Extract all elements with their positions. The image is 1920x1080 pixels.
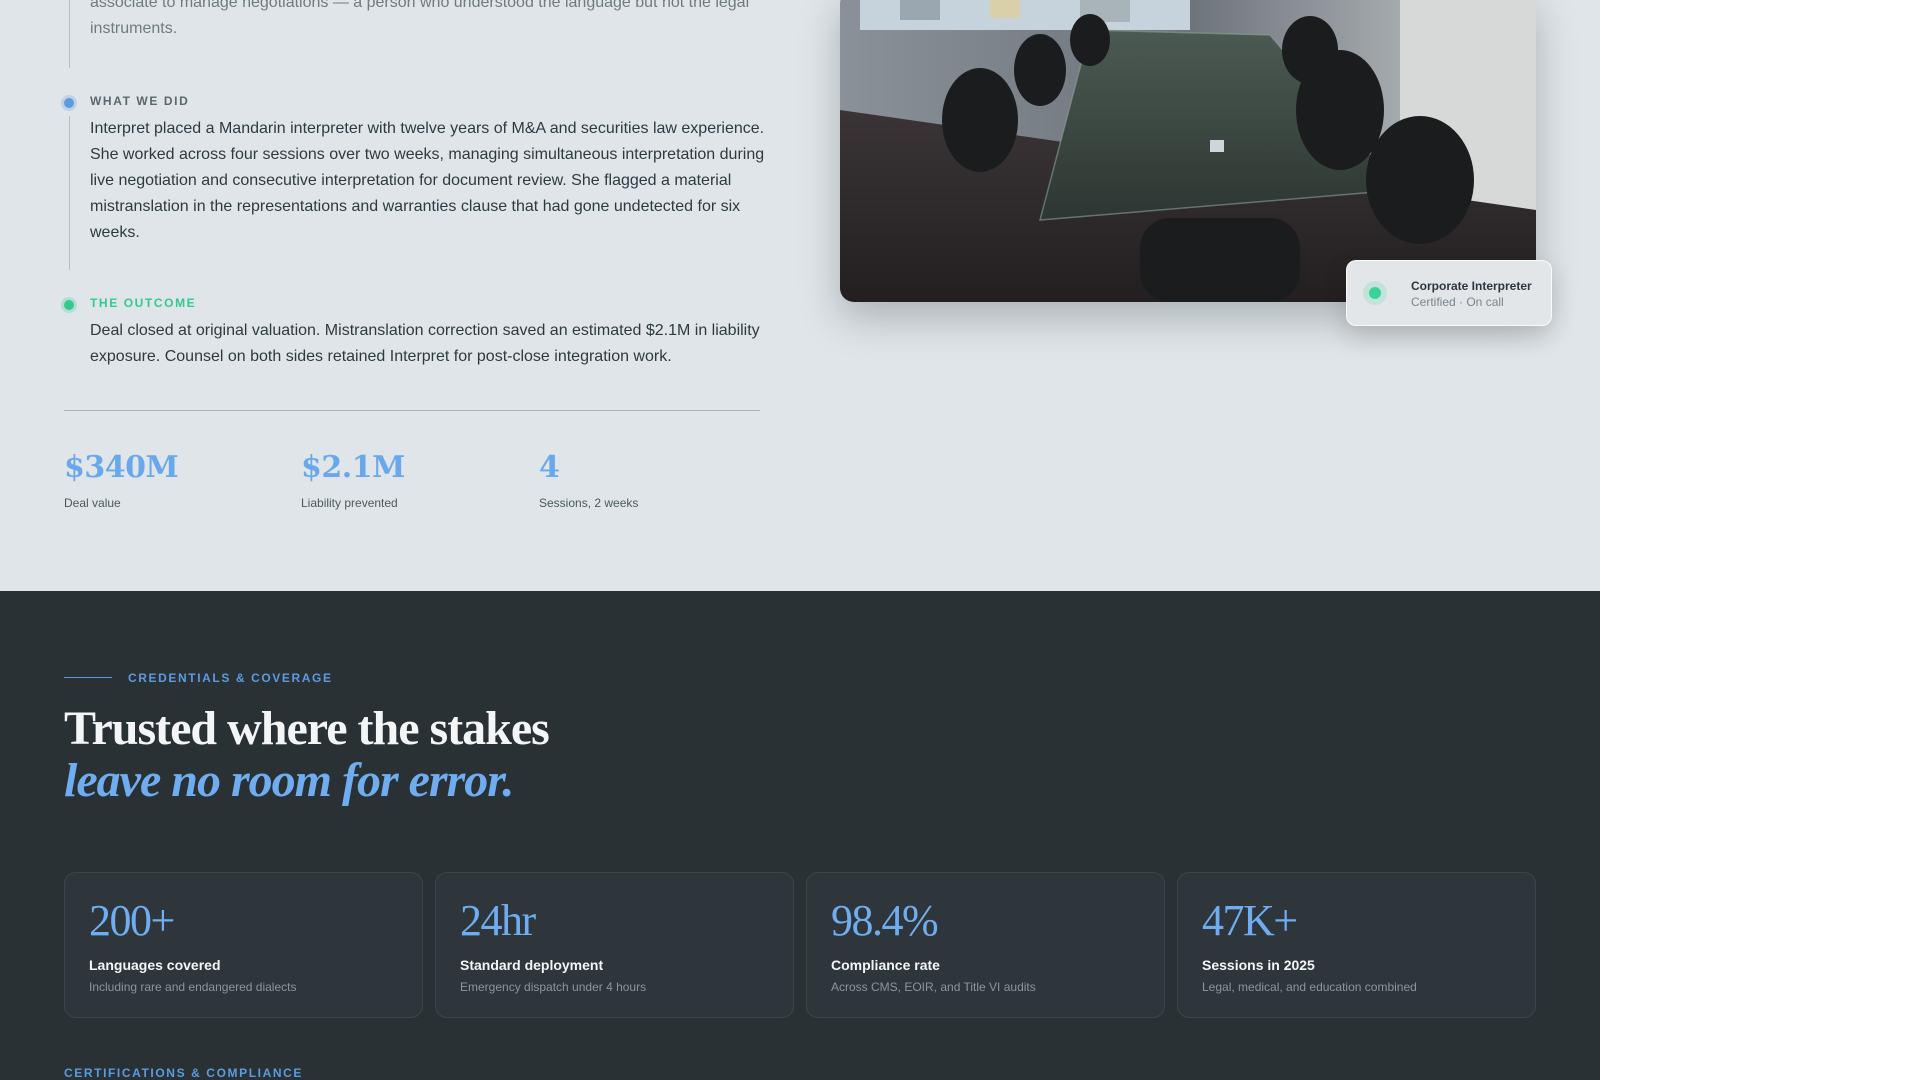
eyebrow-line [64,677,112,678]
outcome-label: THE OUTCOME [90,296,197,310]
badge-title: Corporate Interpreter [1411,279,1532,293]
card-subtitle: Legal, medical, and education combined [1202,980,1417,994]
credentials-section: CREDENTIALS & COVERAGE Trusted where the… [0,591,1600,1080]
section-headline: Trusted where the stakes leave no room f… [64,702,550,807]
status-indicator-icon [1369,287,1381,299]
timeline-line [69,0,70,68]
stats-divider [64,410,760,411]
badge-subtitle: Certified · On call [1411,295,1504,309]
outcome-text: Deal closed at original valuation. Mistr… [90,322,760,365]
conference-room-illustration [840,0,1536,302]
card-subtitle: Emergency dispatch under 4 hours [460,980,647,994]
card-title: Compliance rate [831,957,940,973]
card-value: 24hr [460,896,536,945]
credential-card-sessions: 47K+ Sessions in 2025 Legal, medical, an… [1177,872,1536,1018]
stat-value: $340M [64,450,179,485]
card-subtitle: Including rare and endangered dialects [89,980,297,994]
card-title: Sessions in 2025 [1202,957,1315,973]
stat-caption: Liability prevented [301,496,398,510]
card-value: 200+ [89,896,175,945]
card-title: Standard deployment [460,957,604,973]
stat-caption: Deal value [64,496,121,510]
timeline-dot-outcome [64,300,74,310]
what-we-did-text: Interpret placed a Mandarin interpreter … [90,120,765,241]
credential-card-compliance: 98.4% Compliance rate Across CMS, EOIR, … [806,872,1165,1018]
stat-value: $2.1M [301,450,405,485]
credential-card-deployment: 24hr Standard deployment Emergency dispa… [435,872,794,1018]
what-we-did-label: WHAT WE DID [90,94,190,108]
section-eyebrow: CREDENTIALS & COVERAGE [128,671,333,685]
card-value: 98.4% [831,896,939,945]
stat-deal-value: $340M Deal value [64,448,179,510]
conference-room-photo [840,0,1536,302]
stat-liability-prevented: $2.1M Liability prevented [301,448,405,510]
page: associate to manage negotiations — a per… [0,0,1600,1080]
timeline-dot-what-we-did [64,98,74,108]
credential-cards: 200+ Languages covered Including rare an… [64,872,1536,1018]
card-title: Languages covered [89,957,221,973]
stat-caption: Sessions, 2 weeks [539,496,639,510]
headline-line-2: leave no room for error. [64,754,514,807]
interpreter-badge: Corporate Interpreter Certified · On cal… [1346,260,1552,326]
card-subtitle: Across CMS, EOIR, and Title VI audits [831,980,1036,994]
stat-value: 4 [539,450,560,485]
headline-line-1: Trusted where the stakes [64,702,550,755]
timeline-line [69,116,70,270]
credential-card-languages: 200+ Languages covered Including rare an… [64,872,423,1018]
card-value: 47K+ [1202,896,1298,945]
case-study-section: associate to manage negotiations — a per… [0,0,1600,591]
certifications-label: CERTIFICATIONS & COMPLIANCE [64,1066,303,1080]
stat-sessions: 4 Sessions, 2 weeks [539,448,638,510]
challenge-text: associate to manage negotiations — a per… [90,0,750,37]
